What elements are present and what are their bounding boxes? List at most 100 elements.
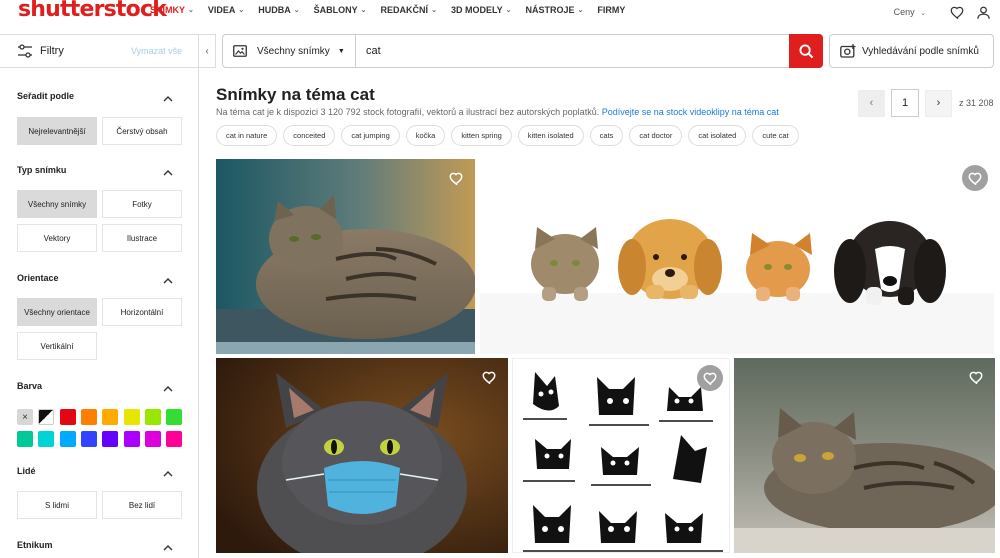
chevron-down-icon: ⌄ bbox=[293, 7, 300, 14]
result-image-tabby-lying[interactable] bbox=[734, 358, 995, 553]
orientation-option-horizontal[interactable]: Horizontální bbox=[102, 298, 182, 326]
color-swatch[interactable] bbox=[166, 409, 183, 425]
chevron-left-icon: ‹ bbox=[205, 45, 209, 57]
color-swatch-black-white[interactable] bbox=[38, 409, 55, 425]
color-swatch[interactable] bbox=[123, 409, 140, 425]
tag-chip[interactable]: cat doctor bbox=[629, 125, 683, 146]
color-swatch-clear[interactable]: × bbox=[17, 409, 33, 425]
type-section: Typ snímku bbox=[17, 165, 185, 176]
pagination: ‹ 1 › z 31 208 bbox=[858, 89, 994, 117]
chevron-down-icon: ⌄ bbox=[188, 7, 194, 14]
color-swatch[interactable] bbox=[144, 431, 161, 447]
color-swatch[interactable] bbox=[102, 431, 119, 447]
color-swatch[interactable] bbox=[123, 431, 140, 447]
results-subtitle: Na téma cat je k dispozici 3 120 792 sto… bbox=[216, 107, 779, 117]
tag-chip[interactable]: kitten spring bbox=[451, 125, 512, 146]
people-option-with[interactable]: S lidmi bbox=[17, 491, 97, 519]
sort-section: Seřadit podle bbox=[17, 91, 185, 102]
nav-item-3[interactable]: ŠABLONY ⌄ bbox=[314, 5, 367, 15]
filters-header: Filtry Vymazat vše bbox=[0, 34, 216, 68]
color-swatch[interactable] bbox=[80, 409, 97, 425]
color-section: Barva bbox=[17, 381, 185, 392]
pricing-link[interactable]: Ceny ⌄ bbox=[894, 7, 926, 17]
heart-icon[interactable] bbox=[962, 165, 988, 191]
image-content bbox=[513, 359, 729, 552]
people-section: Lidé bbox=[17, 466, 185, 477]
type-option-photos[interactable]: Fotky bbox=[102, 190, 182, 218]
chevron-up-icon[interactable] bbox=[163, 163, 173, 181]
color-swatch[interactable] bbox=[17, 431, 33, 447]
color-swatch[interactable] bbox=[144, 409, 161, 425]
image-search-icon bbox=[840, 44, 856, 58]
color-swatch[interactable] bbox=[102, 409, 119, 425]
type-option-vectors[interactable]: Vektory bbox=[17, 224, 97, 252]
user-icon[interactable] bbox=[974, 3, 992, 21]
chevron-down-icon: ⌄ bbox=[431, 7, 437, 14]
image-content bbox=[734, 358, 995, 553]
image-type-select[interactable]: Všechny snímky ▼ bbox=[223, 35, 356, 67]
chevron-down-icon: ⌄ bbox=[238, 7, 245, 14]
heart-icon[interactable] bbox=[443, 165, 469, 191]
type-option-illustrations[interactable]: Ilustrace bbox=[102, 224, 182, 252]
chevron-up-icon[interactable] bbox=[163, 538, 173, 556]
heart-icon[interactable] bbox=[476, 364, 502, 390]
image-icon bbox=[233, 45, 247, 57]
tag-chip[interactable]: cat jumping bbox=[341, 125, 400, 146]
sliders-icon bbox=[17, 44, 33, 63]
nav-item-1[interactable]: VIDEA ⌄ bbox=[208, 5, 244, 15]
sort-option-relevant[interactable]: Nejrelevantnější bbox=[17, 117, 97, 145]
tag-chip[interactable]: conceited bbox=[283, 125, 336, 146]
ethnicity-section: Etnikum bbox=[17, 540, 185, 551]
image-search-button[interactable]: Vyhledávání podle snímků bbox=[829, 34, 994, 68]
tag-chip[interactable]: cute cat bbox=[752, 125, 799, 146]
chevron-up-icon[interactable] bbox=[163, 379, 173, 397]
orientation-section: Orientace bbox=[17, 273, 185, 284]
heart-icon[interactable] bbox=[697, 365, 723, 391]
tag-chip[interactable]: kočka bbox=[405, 125, 446, 146]
tag-chip[interactable]: cat in nature bbox=[216, 125, 278, 146]
caret-down-icon: ▼ bbox=[337, 47, 345, 55]
sort-option-fresh[interactable]: Čerstvý obsah bbox=[102, 117, 182, 145]
color-swatch[interactable] bbox=[166, 431, 183, 447]
main-nav: SNÍMKY ⌄ VIDEA ⌄ HUDBA ⌄ ŠABLONY ⌄ REDAKČNÍ ⌄ 3D M… bbox=[150, 5, 639, 15]
page-title: Snímky na téma cat bbox=[216, 85, 375, 104]
clear-all-link[interactable]: Vymazat vše bbox=[131, 46, 182, 56]
orientation-option-vertical[interactable]: Vertikální bbox=[17, 332, 97, 360]
image-content bbox=[216, 358, 508, 553]
prev-page-button[interactable]: ‹ bbox=[858, 89, 885, 117]
nav-item-7[interactable]: FIRMY bbox=[597, 5, 625, 15]
heart-icon[interactable] bbox=[948, 3, 966, 21]
next-page-button[interactable]: › bbox=[925, 89, 952, 117]
top-right: Ceny ⌄ bbox=[894, 3, 992, 21]
nav-item-6[interactable]: NÁSTROJE ⌄ bbox=[526, 5, 584, 15]
page-input[interactable]: 1 bbox=[891, 89, 919, 117]
nav-item-2[interactable]: HUDBA ⌄ bbox=[258, 5, 299, 15]
nav-item-0[interactable]: SNÍMKY ⌄ bbox=[150, 5, 194, 15]
color-swatch[interactable] bbox=[59, 409, 76, 425]
color-swatch[interactable] bbox=[59, 431, 76, 447]
search-input[interactable] bbox=[356, 35, 789, 67]
type-option-all[interactable]: Všechny snímky bbox=[17, 190, 97, 218]
result-image-cat-mask[interactable] bbox=[216, 358, 508, 553]
search-button[interactable] bbox=[789, 34, 823, 68]
heart-icon[interactable] bbox=[963, 364, 989, 390]
video-link[interactable]: Podívejte se na stock videoklipy na téma… bbox=[602, 107, 779, 117]
nav-item-4[interactable]: REDAKČNÍ ⌄ bbox=[381, 5, 437, 15]
result-image-pets-peeking[interactable] bbox=[480, 159, 994, 354]
orientation-option-all[interactable]: Všechny orientace bbox=[17, 298, 97, 326]
shutterstock-logo[interactable]: shutterstock bbox=[18, 0, 167, 22]
filters-label[interactable]: Filtry bbox=[40, 45, 64, 57]
color-swatch[interactable] bbox=[38, 431, 55, 447]
color-swatch[interactable] bbox=[80, 431, 97, 447]
chevron-up-icon[interactable] bbox=[163, 271, 173, 289]
chevron-up-icon[interactable] bbox=[163, 464, 173, 482]
tag-chip[interactable]: cat isolated bbox=[688, 125, 747, 146]
chevron-up-icon[interactable] bbox=[163, 89, 173, 107]
nav-item-5[interactable]: 3D MODELY ⌄ bbox=[451, 5, 512, 15]
result-image-cat-vectors[interactable] bbox=[512, 358, 730, 553]
tag-chip[interactable]: cats bbox=[589, 125, 624, 146]
result-image-tabby-sitting[interactable] bbox=[216, 159, 475, 354]
tag-chip[interactable]: kitten isolated bbox=[517, 125, 584, 146]
people-option-without[interactable]: Bez lidí bbox=[102, 491, 182, 519]
collapse-sidebar-button[interactable]: ‹ bbox=[198, 34, 216, 68]
